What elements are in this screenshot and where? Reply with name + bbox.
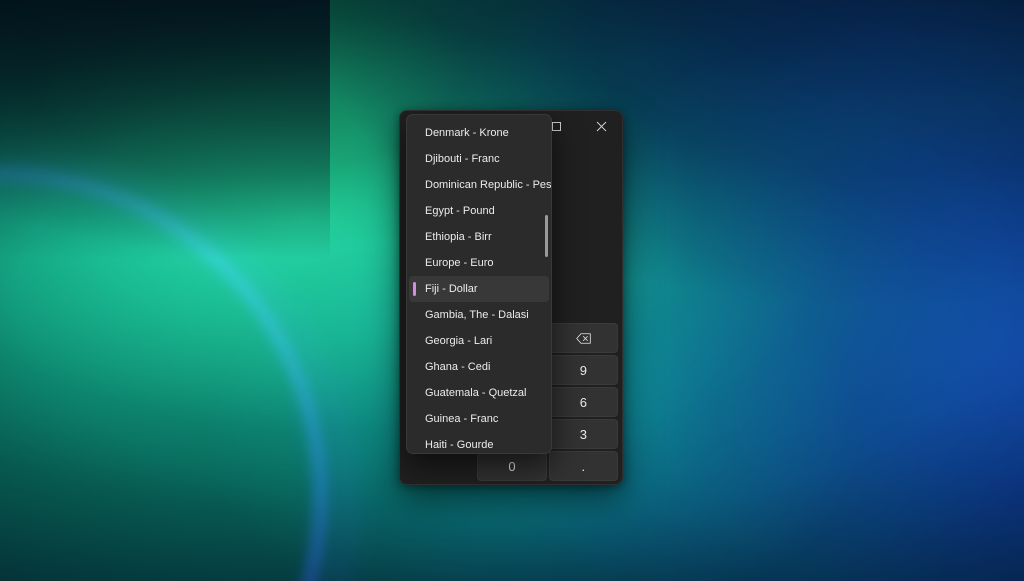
currency-list-item[interactable]: Fiji - Dollar: [409, 276, 549, 302]
currency-list-item-label: Djibouti - Franc: [425, 153, 500, 165]
currency-list-item[interactable]: Gambia, The - Dalasi: [409, 302, 549, 328]
currency-list-item[interactable]: Denmark - Krone: [409, 120, 549, 146]
currency-list-item[interactable]: Djibouti - Franc: [409, 146, 549, 172]
currency-list-item-label: Georgia - Lari: [425, 335, 493, 347]
selection-indicator: [413, 282, 416, 296]
currency-list[interactable]: Denmark - Krone Djibouti - Franc Dominican…: [407, 115, 551, 453]
scrollbar-thumb[interactable]: [545, 215, 548, 257]
currency-list-item[interactable]: Guatemala - Quetzal: [409, 380, 549, 406]
key-zero[interactable]: 0: [477, 451, 547, 481]
currency-list-item[interactable]: Dominican Republic - Peso: [409, 172, 552, 198]
currency-list-item-label: Ethiopia - Birr: [425, 231, 492, 243]
key-hidden-9[interactable]: [406, 451, 475, 481]
currency-list-item[interactable]: Guinea - Franc: [409, 406, 549, 432]
currency-list-scrollbar[interactable]: [545, 121, 548, 449]
currency-dropdown-flyout[interactable]: Denmark - Krone Djibouti - Franc Dominican…: [406, 114, 552, 454]
calculator-window: 9 6 3 0 . Denmark - Krone Djibouti - Fran…: [399, 110, 623, 485]
currency-list-item-label: Egypt - Pound: [425, 205, 495, 217]
close-icon[interactable]: [579, 111, 622, 141]
currency-list-item[interactable]: Europe - Euro: [409, 250, 549, 276]
key-three[interactable]: 3: [548, 419, 618, 449]
currency-list-item-label: Haiti - Gourde: [425, 439, 494, 451]
currency-list-item-label: Denmark - Krone: [425, 127, 509, 139]
currency-list-item-label: Dominican Republic - Peso: [425, 179, 552, 191]
currency-list-item[interactable]: Egypt - Pound: [409, 198, 549, 224]
currency-list-item-label: Fiji - Dollar: [425, 283, 478, 295]
currency-list-item[interactable]: Ghana - Cedi: [409, 354, 549, 380]
currency-list-item-label: Gambia, The - Dalasi: [425, 309, 529, 321]
backspace-key[interactable]: [548, 323, 618, 353]
key-six[interactable]: 6: [548, 387, 618, 417]
currency-list-item[interactable]: Georgia - Lari: [409, 328, 549, 354]
currency-list-item[interactable]: Haiti - Gourde: [409, 432, 549, 453]
key-decimal[interactable]: .: [548, 451, 618, 481]
currency-list-item-label: Ghana - Cedi: [425, 361, 491, 373]
key-nine[interactable]: 9: [548, 355, 618, 385]
currency-list-item-label: Guinea - Franc: [425, 413, 499, 425]
currency-list-item-label: Guatemala - Quetzal: [425, 387, 527, 399]
currency-list-item-label: Europe - Euro: [425, 257, 494, 269]
desktop: 9 6 3 0 . Denmark - Krone Djibouti - Fran…: [0, 0, 1024, 581]
currency-list-item[interactable]: Ethiopia - Birr: [409, 224, 549, 250]
